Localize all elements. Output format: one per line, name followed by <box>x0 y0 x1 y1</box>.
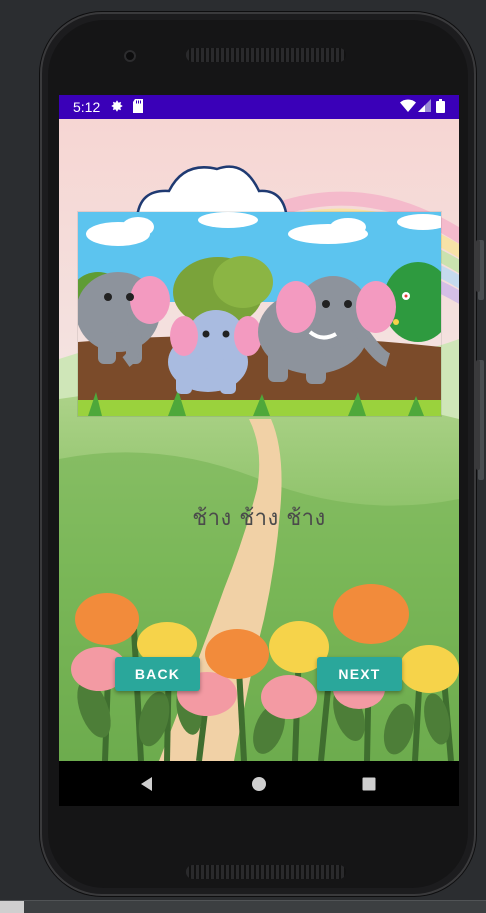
back-triangle-icon <box>141 776 152 791</box>
volume-button[interactable] <box>476 360 480 470</box>
nav-back-button[interactable] <box>117 761 177 806</box>
nav-home-button[interactable] <box>229 761 289 806</box>
status-time: 5:12 <box>73 99 101 115</box>
signal-icon <box>418 99 431 117</box>
sd-card-icon <box>132 99 144 117</box>
ide-bottom-tab[interactable] <box>0 901 24 913</box>
status-bar: 5:12 <box>59 95 459 119</box>
ide-bottom-bar <box>0 900 486 913</box>
nav-recents-button[interactable] <box>339 761 399 806</box>
battery-icon <box>436 99 445 117</box>
top-speaker <box>186 48 346 62</box>
navigation-bar <box>59 761 459 806</box>
bottom-speaker <box>186 865 346 879</box>
back-button[interactable]: BACK <box>115 657 200 691</box>
elephants-illustration <box>78 212 441 416</box>
story-caption: ช้าง ช้าง ช้าง <box>192 506 326 531</box>
next-button[interactable]: NEXT <box>317 657 402 691</box>
front-camera <box>124 50 136 62</box>
device-screen: 5:12 ช้าง ช้าง ช้าง BACK NEXT <box>59 95 459 806</box>
recents-square-icon <box>362 777 376 790</box>
power-button[interactable] <box>476 240 480 292</box>
home-circle-icon <box>252 776 266 791</box>
wifi-icon <box>400 99 416 117</box>
settings-icon <box>110 99 124 117</box>
